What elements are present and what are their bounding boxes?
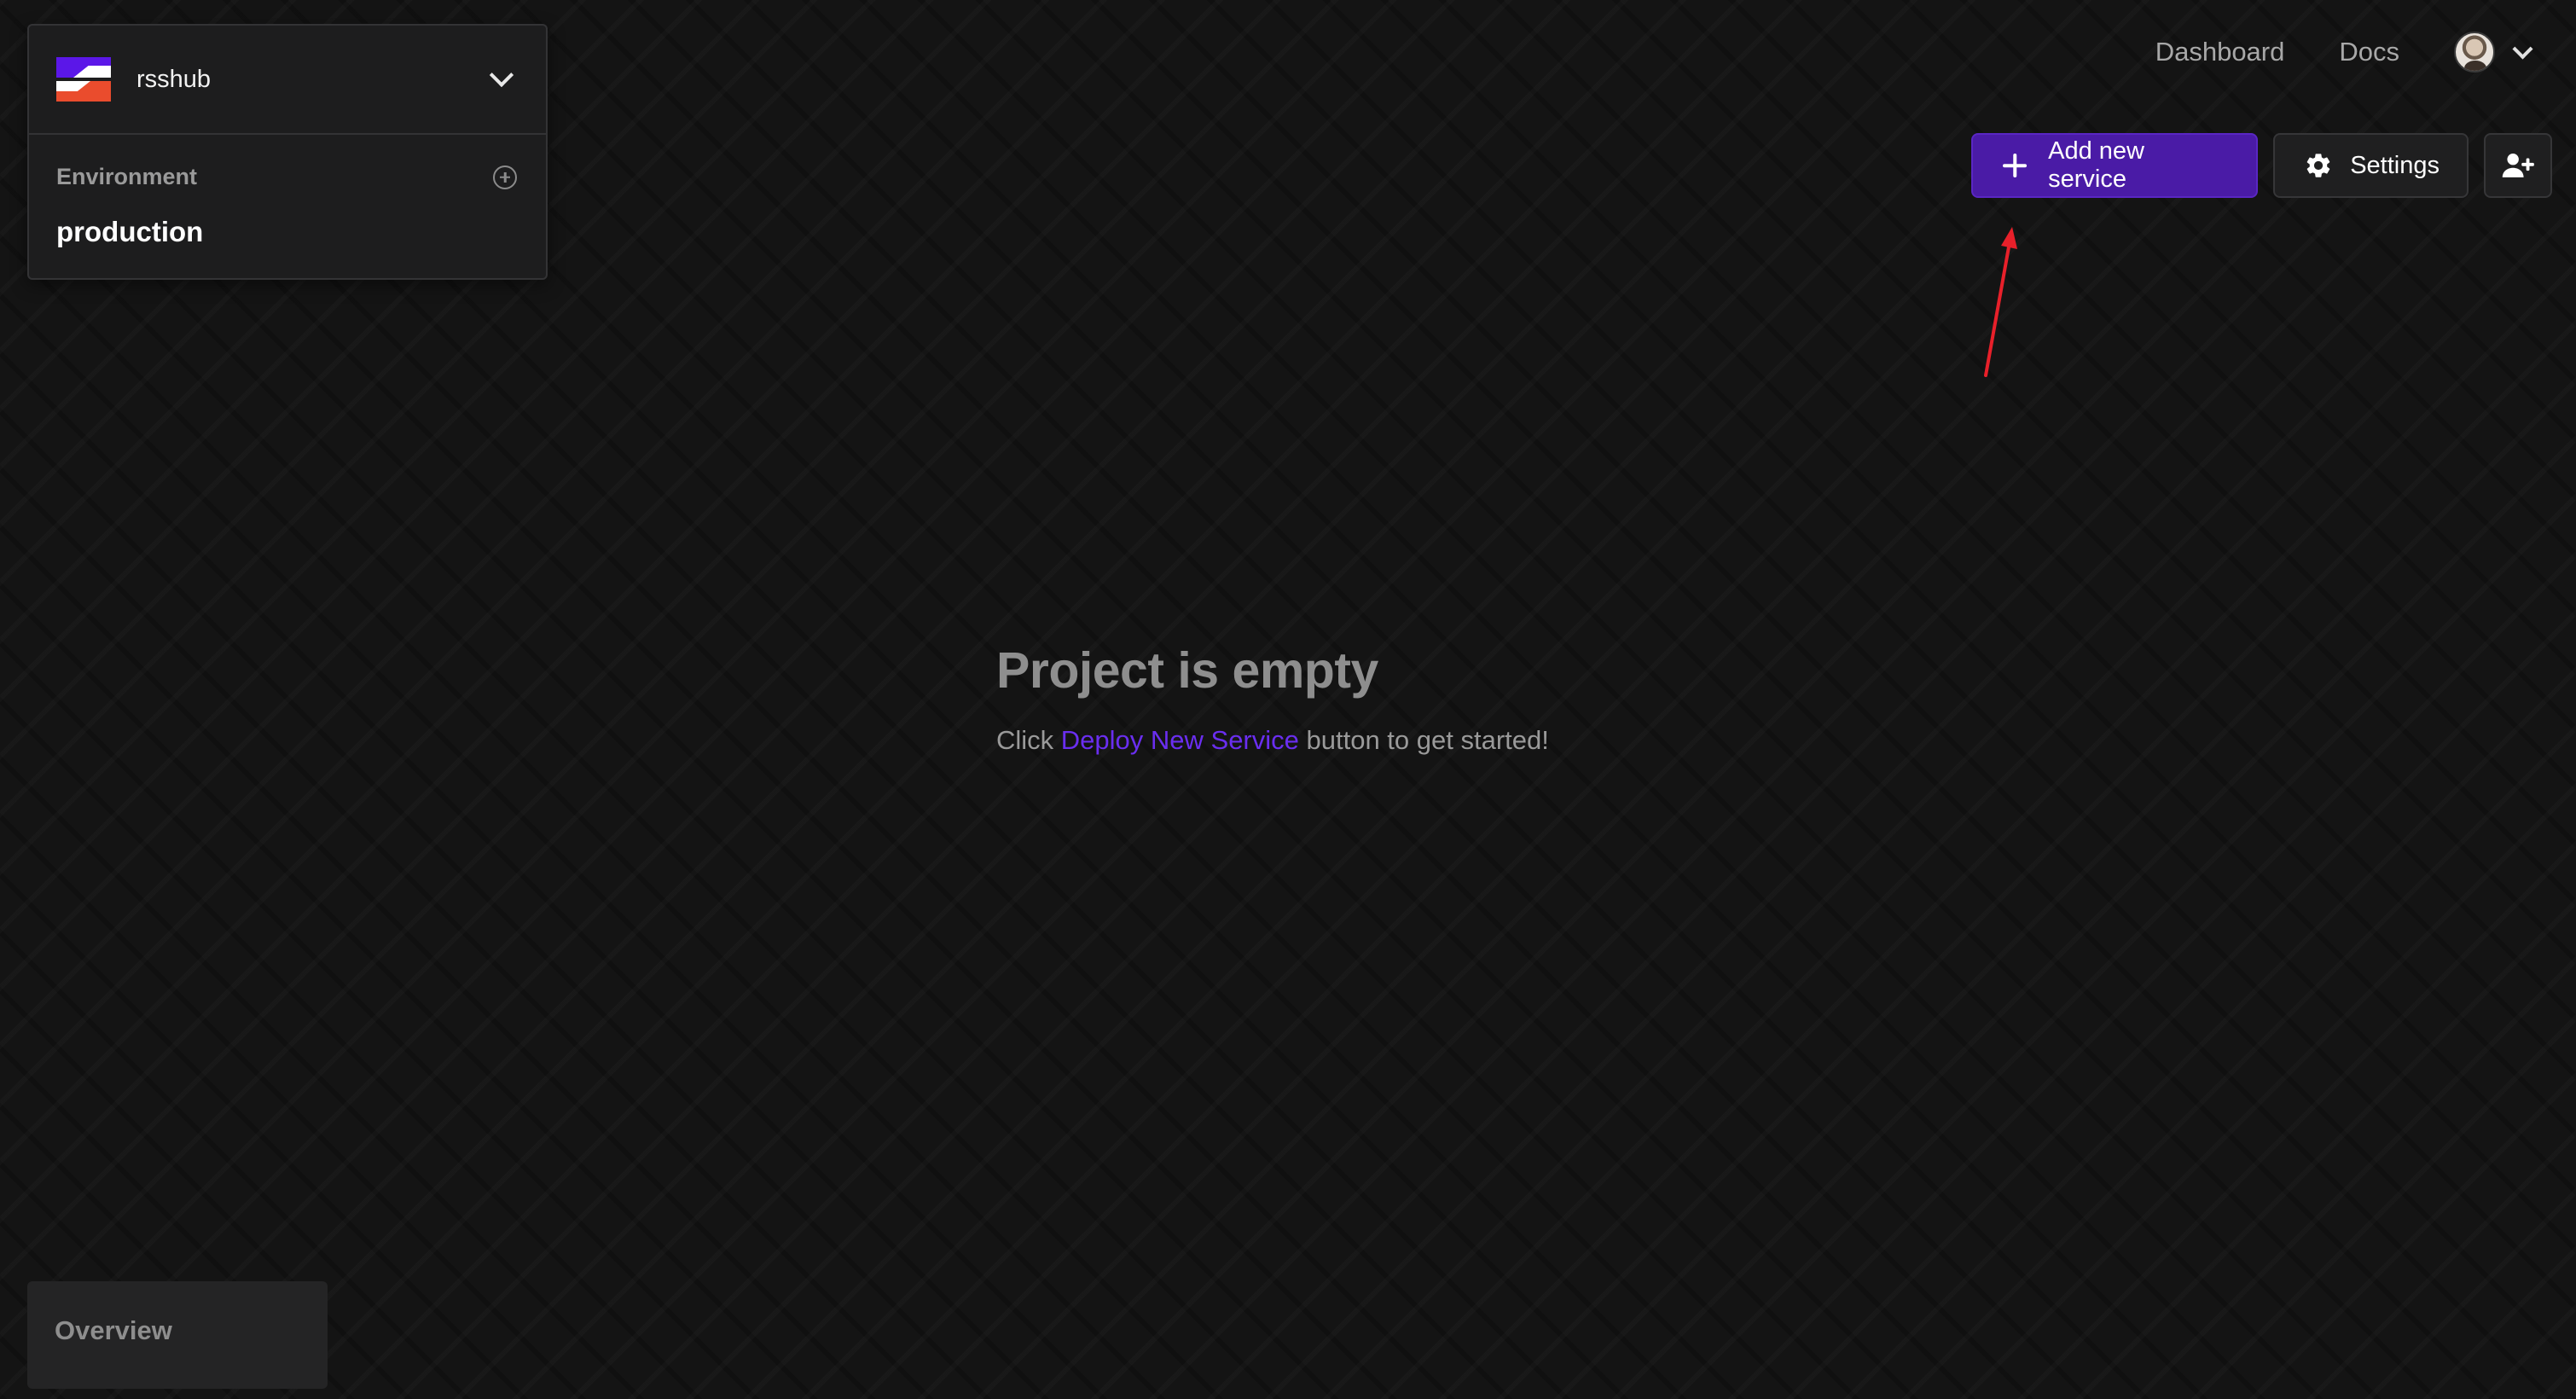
chevron-down-icon[interactable] (489, 62, 514, 88)
annotation-arrow (1984, 227, 2017, 377)
overview-label: Overview (55, 1315, 172, 1345)
empty-state-title: Project is empty (996, 642, 1378, 699)
avatar[interactable] (2454, 32, 2495, 73)
empty-state-subtitle: Click Deploy New Service button to get s… (996, 725, 1549, 756)
gear-icon (2306, 154, 2330, 177)
settings-label: Settings (2350, 151, 2440, 179)
chevron-down-icon[interactable] (2512, 38, 2533, 60)
add-environment-plus-circle-icon[interactable] (493, 165, 517, 189)
project-actions: Add new service Settings (1971, 133, 2552, 198)
user-menu[interactable] (2454, 32, 2533, 73)
empty-state-suffix: button to get started! (1298, 725, 1549, 755)
empty-state-prefix: Click (996, 725, 1061, 755)
environment-section: Environment production (29, 135, 546, 248)
project-name: rsshub (136, 65, 212, 93)
add-new-service-label: Add new service (2048, 137, 2144, 193)
nav-link-docs[interactable]: Docs (2339, 37, 2399, 67)
top-nav: Dashboard Docs (2155, 31, 2533, 73)
environment-label: Environment (56, 164, 198, 189)
project-logo (56, 57, 111, 102)
invite-member-button[interactable] (2484, 133, 2552, 198)
add-new-service-button[interactable]: Add new service (1971, 133, 2259, 198)
empty-state: Project is empty Click Deploy New Servic… (996, 641, 1549, 756)
deploy-new-service-link[interactable]: Deploy New Service (1061, 725, 1299, 755)
user-add-icon (2502, 153, 2534, 177)
plus-icon (2002, 153, 2028, 178)
nav-link-dashboard[interactable]: Dashboard (2155, 37, 2285, 67)
project-switcher[interactable]: rsshub (29, 26, 546, 135)
overview-panel[interactable]: Overview (27, 1281, 328, 1389)
settings-button[interactable]: Settings (2273, 133, 2469, 198)
project-panel: rsshub Environment production (27, 24, 548, 280)
environment-name[interactable]: production (56, 216, 519, 248)
